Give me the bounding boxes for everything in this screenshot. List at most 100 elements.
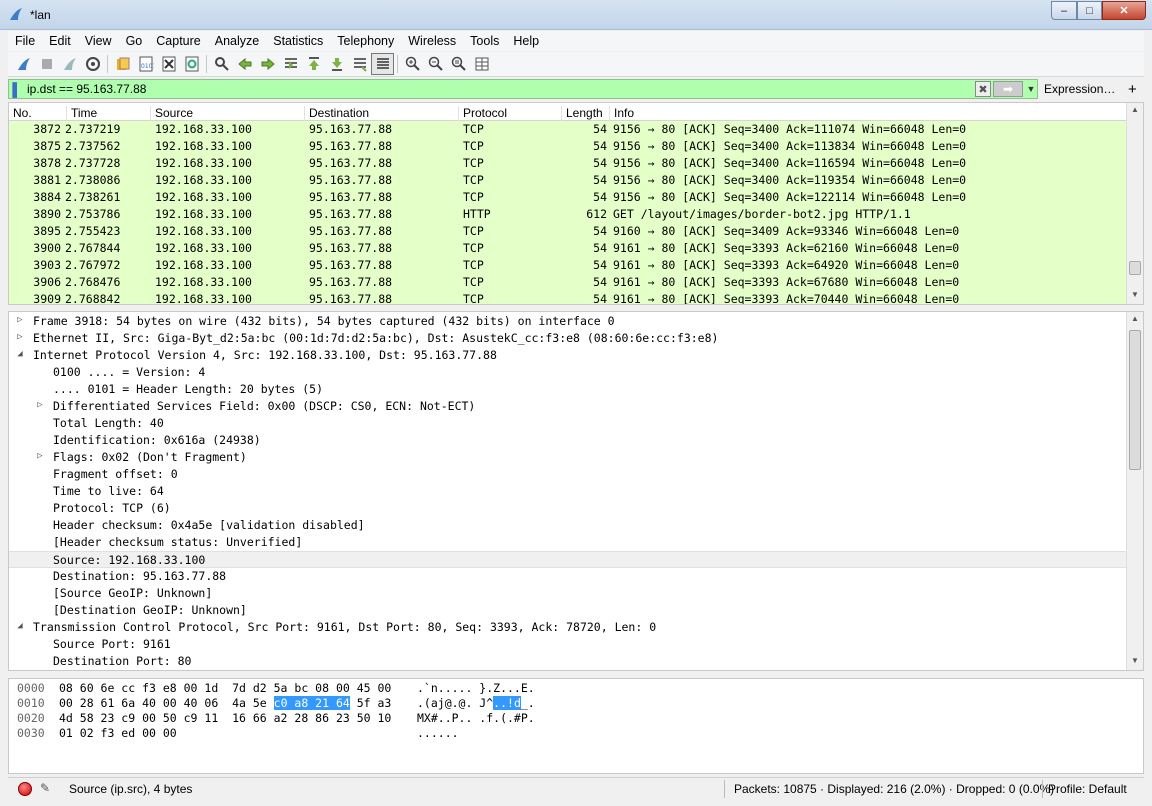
title-bar[interactable]: *lan – □ ✕ (0, 0, 1152, 30)
zoom-out-icon[interactable] (424, 53, 447, 75)
menu-statistics[interactable]: Statistics (266, 34, 330, 48)
packet-row[interactable]: 3884 2.738261 192.168.33.100 95.163.77.88 TC… (9, 189, 1143, 206)
go-back-icon[interactable] (233, 53, 256, 75)
detail-row[interactable]: Identification: 0x616a (24938) (9, 432, 1143, 449)
resize-columns-icon[interactable] (470, 53, 493, 75)
column-header-destination[interactable]: Destination (304, 106, 369, 121)
minimize-button[interactable]: – (1051, 1, 1077, 20)
first-packet-icon[interactable] (302, 53, 325, 75)
details-scrollbar[interactable]: ▲ ▼ (1126, 312, 1143, 670)
detail-row[interactable]: 0100 .... = Version: 4 (9, 364, 1143, 381)
detail-row[interactable]: ▷ Frame 3918: 54 bytes on wire (432 bits)… (9, 313, 1143, 330)
menu-go[interactable]: Go (119, 34, 150, 48)
last-packet-icon[interactable] (325, 53, 348, 75)
detail-row[interactable]: ◢ Internet Protocol Version 4, Src: 192.1… (9, 347, 1143, 364)
detail-row[interactable]: .... 0101 = Header Length: 20 bytes (5) (9, 381, 1143, 398)
detail-row[interactable]: Destination Port: 80 (9, 653, 1143, 670)
column-header-info[interactable]: Info (609, 106, 634, 121)
packet-row[interactable]: 3890 2.753786 192.168.33.100 95.163.77.88 HT… (9, 206, 1143, 223)
detail-row[interactable]: [Source GeoIP: Unknown] (9, 585, 1143, 602)
detail-row[interactable]: Time to live: 64 (9, 483, 1143, 500)
menu-file[interactable]: File (8, 34, 42, 48)
expert-info-icon[interactable] (18, 782, 32, 796)
packet-list[interactable]: No. Time Source Destination Protocol Len… (8, 102, 1144, 305)
packet-bytes-pane[interactable]: 0000 08 60 6e cc f3 e8 00 1d 7d d2 5a bc … (8, 678, 1144, 774)
menu-analyze[interactable]: Analyze (208, 34, 266, 48)
status-profile[interactable]: Profile: Default (1048, 782, 1127, 796)
packet-row[interactable]: 3881 2.738086 192.168.33.100 95.163.77.88 TC… (9, 172, 1143, 189)
packet-row[interactable]: 3900 2.767844 192.168.33.100 95.163.77.88 TC… (9, 240, 1143, 257)
detail-row[interactable]: ▷ Flags: 0x02 (Don't Fragment) (9, 449, 1143, 466)
colorize-icon[interactable] (371, 53, 394, 75)
normal-size-icon[interactable] (447, 53, 470, 75)
bytes-row[interactable]: 0000 08 60 6e cc f3 e8 00 1d 7d d2 5a bc … (9, 681, 1143, 696)
menu-capture[interactable]: Capture (149, 34, 207, 48)
column-header-protocol[interactable]: Protocol (458, 106, 507, 121)
detail-row[interactable]: Header checksum: 0x4a5e [validation disa… (9, 517, 1143, 534)
detail-row[interactable]: Destination: 95.163.77.88 (9, 568, 1143, 585)
column-header-time[interactable]: Time (66, 106, 97, 121)
apply-filter-button[interactable]: ➡ (993, 81, 1023, 97)
clear-filter-icon[interactable]: ✖ (975, 81, 991, 97)
expanded-twisty-icon[interactable]: ◢ (14, 621, 26, 631)
stop-capture-icon[interactable] (35, 53, 58, 75)
menu-edit[interactable]: Edit (42, 34, 78, 48)
capture-options-icon[interactable] (81, 53, 104, 75)
detail-row[interactable]: ▷ Differentiated Services Field: 0x00 (DS… (9, 398, 1143, 415)
scroll-down-icon[interactable]: ▼ (1127, 656, 1143, 670)
add-filter-button[interactable]: + (1128, 81, 1137, 98)
packet-row[interactable]: 3903 2.767972 192.168.33.100 95.163.77.88 TC… (9, 257, 1143, 274)
bytes-row[interactable]: 0020 4d 58 23 c9 00 50 c9 11 16 66 a2 28 … (9, 711, 1143, 726)
menu-help[interactable]: Help (506, 34, 546, 48)
collapsed-twisty-icon[interactable]: ▷ (14, 315, 26, 325)
restart-capture-icon[interactable] (58, 53, 81, 75)
packet-row[interactable]: 3909 2.768842 192.168.33.100 95.163.77.88 TC… (9, 291, 1143, 304)
detail-row[interactable]: [Header checksum status: Unverified] (9, 534, 1143, 551)
close-file-icon[interactable] (157, 53, 180, 75)
bytes-row[interactable]: 0030 01 02 f3 ed 00 00...... (9, 726, 1143, 741)
menu-view[interactable]: View (78, 34, 119, 48)
filter-bookmark-icon[interactable]: ▌ (9, 80, 25, 98)
packet-row[interactable]: 3906 2.768476 192.168.33.100 95.163.77.88 TC… (9, 274, 1143, 291)
detail-row[interactable]: Total Length: 40 (9, 415, 1143, 432)
detail-row[interactable]: Fragment offset: 0 (9, 466, 1143, 483)
column-header-source[interactable]: Source (150, 106, 193, 121)
reload-file-icon[interactable] (180, 53, 203, 75)
collapsed-twisty-icon[interactable]: ▷ (34, 451, 46, 461)
column-header-no[interactable]: No. (9, 106, 32, 121)
packet-details-tree[interactable]: ▷ Frame 3918: 54 bytes on wire (432 bits)… (8, 311, 1144, 671)
auto-scroll-icon[interactable] (348, 53, 371, 75)
packet-row[interactable]: 3895 2.755423 192.168.33.100 95.163.77.88 TC… (9, 223, 1143, 240)
packet-row[interactable]: 3875 2.737562 192.168.33.100 95.163.77.88 TC… (9, 138, 1143, 155)
menu-telephony[interactable]: Telephony (330, 34, 401, 48)
bytes-row[interactable]: 0010 00 28 61 6a 40 00 40 06 4a 5e c0 a8 … (9, 696, 1143, 711)
packet-list-scrollbar[interactable]: ▲ ▼ (1126, 103, 1143, 304)
detail-row[interactable]: Source Port: 9161 (9, 636, 1143, 653)
scrollbar-thumb[interactable] (1129, 330, 1141, 470)
go-to-packet-icon[interactable] (279, 53, 302, 75)
menu-tools[interactable]: Tools (463, 34, 506, 48)
scrollbar-thumb[interactable] (1129, 261, 1141, 275)
capture-comment-icon[interactable]: ✎ (40, 781, 50, 795)
detail-row[interactable]: Protocol: TCP (6) (9, 500, 1143, 517)
detail-row-selected[interactable]: Source: 192.168.33.100 (9, 551, 1126, 568)
save-file-icon[interactable]: 0101 (134, 53, 157, 75)
menu-wireless[interactable]: Wireless (401, 34, 463, 48)
filter-history-dropdown-icon[interactable]: ▼ (1025, 81, 1037, 97)
collapsed-twisty-icon[interactable]: ▷ (14, 332, 26, 342)
packet-row[interactable]: 3878 2.737728 192.168.33.100 95.163.77.88 TC… (9, 155, 1143, 172)
detail-row[interactable]: [Destination GeoIP: Unknown] (9, 602, 1143, 619)
detail-row[interactable]: ◢ Transmission Control Protocol, Src Port… (9, 619, 1143, 636)
go-forward-icon[interactable] (256, 53, 279, 75)
packet-row[interactable]: 3872 2.737219 192.168.33.100 95.163.77.88 TC… (9, 121, 1143, 138)
display-filter-input[interactable] (25, 80, 975, 98)
scroll-down-icon[interactable]: ▼ (1127, 290, 1143, 304)
find-packet-icon[interactable] (210, 53, 233, 75)
expanded-twisty-icon[interactable]: ◢ (14, 349, 26, 359)
collapsed-twisty-icon[interactable]: ▷ (34, 400, 46, 410)
maximize-button[interactable]: □ (1077, 1, 1102, 20)
column-header-length[interactable]: Length (561, 106, 603, 121)
detail-row[interactable]: ▷ Ethernet II, Src: Giga-Byt_d2:5a:bc (00… (9, 330, 1143, 347)
expression-button[interactable]: Expression… (1044, 82, 1115, 96)
zoom-in-icon[interactable] (401, 53, 424, 75)
